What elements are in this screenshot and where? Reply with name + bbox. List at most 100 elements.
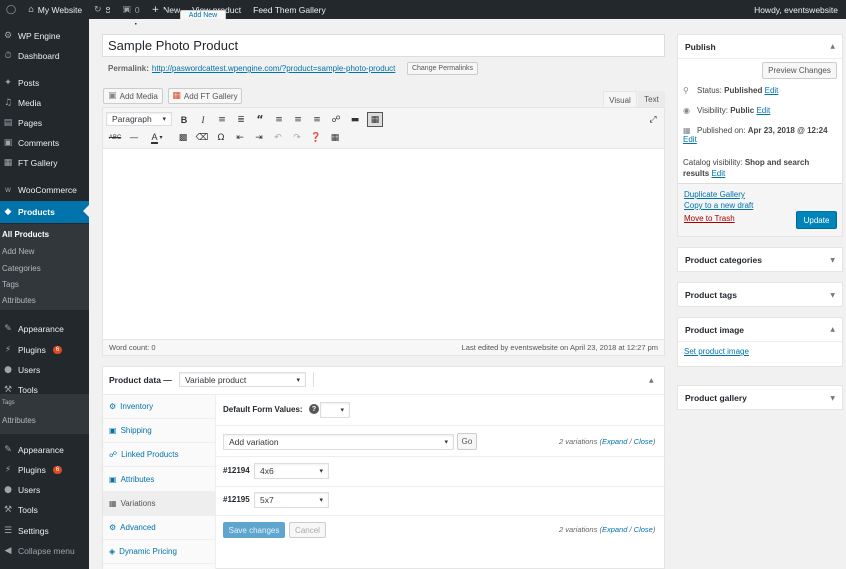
toolbar-toggle-icon[interactable]: ▦ — [367, 112, 383, 127]
blockquote-icon[interactable]: “ — [253, 113, 267, 126]
sidebar-item-ft-gallery[interactable]: ▦ FT Gallery — [0, 153, 89, 173]
go-button[interactable]: Go — [457, 433, 477, 450]
edit-date-link[interactable]: Edit — [683, 135, 697, 144]
sidebar-item-settings[interactable]: ☰ Settings — [0, 521, 89, 541]
set-product-image-link[interactable]: Set product image — [684, 347, 749, 356]
product-type-select[interactable]: Variable product ▾ — [179, 372, 306, 387]
strikethrough-icon[interactable]: ABC — [108, 131, 122, 144]
text-color-icon[interactable]: A ▾ — [146, 131, 168, 144]
tab-attributes[interactable]: ▣ Attributes — [103, 468, 215, 492]
editor-content-area[interactable] — [104, 151, 663, 337]
variation-row[interactable]: #12195 — [223, 495, 250, 504]
product-categories-box[interactable]: Product categories ▼ — [677, 247, 843, 272]
tab-visual[interactable]: Visual — [603, 91, 637, 108]
tab-dynamic-pricing[interactable]: ◈ Dynamic Pricing — [103, 540, 215, 564]
sidebar-item-users-2[interactable]: ● Users — [0, 480, 89, 500]
add-variation-select[interactable]: Add variation ▾ — [223, 434, 454, 450]
submenu-categories[interactable]: Categories — [0, 260, 89, 276]
table-icon[interactable]: ▦ — [328, 131, 342, 144]
paste-text-icon[interactable]: ▩ — [176, 131, 190, 144]
stray-tags-item[interactable]: Tags — [0, 398, 89, 408]
title-input[interactable]: Sample Photo Product — [102, 34, 665, 57]
clear-formatting-icon[interactable]: ⌫ — [195, 131, 209, 144]
wp-logo-menu[interactable]: ◯ — [0, 0, 22, 19]
variation-row[interactable]: #12194 — [223, 466, 250, 475]
save-changes-button[interactable]: Save changes — [223, 522, 285, 538]
sidebar-item-products[interactable]: ◆ Products — [0, 201, 89, 223]
submenu-all-products[interactable]: All Products — [0, 226, 89, 242]
move-to-trash-link[interactable]: Move to Trash — [684, 214, 735, 223]
sidebar-item-pages[interactable]: ▤ Pages — [0, 113, 89, 133]
numbered-list-icon[interactable]: ≣ — [234, 113, 248, 126]
publish-header[interactable]: Publish ▲ — [678, 35, 842, 59]
edit-status-link[interactable]: Edit — [765, 86, 779, 95]
site-name-link[interactable]: ⌂ My Website — [22, 0, 88, 19]
permalink-url[interactable]: http://paswordcattest.wpengine.com/?prod… — [152, 64, 395, 73]
tab-advanced[interactable]: ⚙ Advanced — [103, 516, 215, 540]
default-form-select[interactable]: ▾ — [320, 402, 350, 418]
help-tip-icon[interactable]: ? — [309, 404, 319, 414]
product-image-header[interactable]: Product image ▲ — [678, 318, 842, 342]
undo-icon[interactable]: ↶ — [271, 131, 285, 144]
edit-catalog-link[interactable]: Edit — [711, 169, 725, 178]
variation-size-select[interactable]: 4x6 ▾ — [254, 463, 329, 479]
sidebar-item-media[interactable]: ♫ Media — [0, 93, 89, 113]
bullet-list-icon[interactable]: ≡ — [215, 113, 229, 126]
feed-gallery-link[interactable]: Feed Them Gallery — [247, 0, 332, 19]
edit-visibility-link[interactable]: Edit — [756, 106, 770, 115]
sidebar-item-users[interactable]: ● Users — [0, 360, 89, 380]
special-character-icon[interactable]: Ω — [214, 131, 228, 144]
more-tag-icon[interactable]: ▬ — [348, 113, 362, 126]
bold-icon[interactable]: B — [177, 113, 191, 126]
close-link[interactable]: Close — [634, 437, 653, 446]
fullscreen-icon[interactable]: ⤢ — [646, 113, 660, 126]
link-icon[interactable]: ☍ — [329, 113, 343, 126]
italic-icon[interactable]: I — [196, 113, 210, 126]
align-center-icon[interactable]: ≡ — [291, 113, 305, 126]
sidebar-item-posts[interactable]: ✦ Posts — [0, 73, 89, 93]
account-menu[interactable]: Howdy, eventswebsite — [748, 0, 846, 19]
copy-draft-link[interactable]: Copy to a new draft — [684, 201, 753, 210]
tab-linked-products[interactable]: ☍ Linked Products — [103, 443, 215, 467]
align-left-icon[interactable]: ≡ — [272, 113, 286, 126]
product-gallery-header[interactable]: Product gallery ▼ — [678, 386, 842, 410]
horizontal-line-icon[interactable]: — — [127, 131, 141, 144]
sidebar-item-woocommerce[interactable]: W WooCommerce — [0, 180, 89, 200]
submenu-add-new[interactable]: Add New — [0, 243, 89, 259]
product-tags-box[interactable]: Product tags ▼ — [677, 282, 843, 307]
sidebar-item-comments[interactable]: ▣ Comments — [0, 133, 89, 153]
tab-text[interactable]: Text — [638, 91, 665, 108]
tab-variations[interactable]: ▦ Variations — [103, 492, 215, 516]
change-permalinks-button[interactable]: Change Permalinks — [407, 62, 478, 75]
expand-link[interactable]: Expand — [602, 437, 627, 446]
product-tags-header[interactable]: Product tags ▼ — [678, 283, 842, 307]
sidebar-item-tools-2[interactable]: ⚒ Tools — [0, 500, 89, 520]
variation-size-select[interactable]: 5x7 ▾ — [254, 492, 329, 508]
format-select[interactable]: Paragraph ▾ — [106, 112, 172, 126]
submenu-attributes[interactable]: Attributes — [0, 292, 89, 308]
update-button[interactable]: Update — [796, 211, 837, 229]
help-icon[interactable]: ❓ — [309, 131, 323, 144]
close-link[interactable]: Close — [634, 525, 653, 534]
product-categories-header[interactable]: Product categories ▼ — [678, 248, 842, 272]
product-gallery-box[interactable]: Product gallery ▼ — [677, 385, 843, 410]
preview-changes-button[interactable]: Preview Changes — [762, 62, 837, 79]
sidebar-item-appearance-2[interactable]: ✎ Appearance — [0, 440, 89, 460]
cancel-button[interactable]: Cancel — [289, 522, 326, 538]
submenu-tags[interactable]: Tags — [0, 276, 89, 292]
sidebar-item-tools[interactable]: ⚒ Tools — [0, 380, 89, 400]
outdent-icon[interactable]: ⇤ — [233, 131, 247, 144]
collapse-toggle-icon[interactable]: ▲ — [649, 375, 654, 385]
add-ft-gallery-button[interactable]: ▦ Add FT Gallery — [168, 88, 242, 104]
tab-shipping[interactable]: ▣ Shipping — [103, 419, 215, 443]
duplicate-gallery-link[interactable]: Duplicate Gallery — [684, 190, 745, 199]
redo-icon[interactable]: ↷ — [290, 131, 304, 144]
sidebar-item-wp-engine[interactable]: ⚙ WP Engine — [0, 26, 89, 46]
stray-attributes-item[interactable]: Attributes — [0, 412, 89, 428]
sidebar-item-appearance[interactable]: ✎ Appearance — [0, 319, 89, 339]
sidebar-item-dashboard[interactable]: ⏱ Dashboard — [0, 46, 89, 66]
tab-inventory[interactable]: ⚙ Inventory — [103, 395, 215, 419]
align-right-icon[interactable]: ≡ — [310, 113, 324, 126]
expand-link[interactable]: Expand — [602, 525, 627, 534]
collapse-menu-button[interactable]: ◀ Collapse menu — [0, 541, 89, 561]
